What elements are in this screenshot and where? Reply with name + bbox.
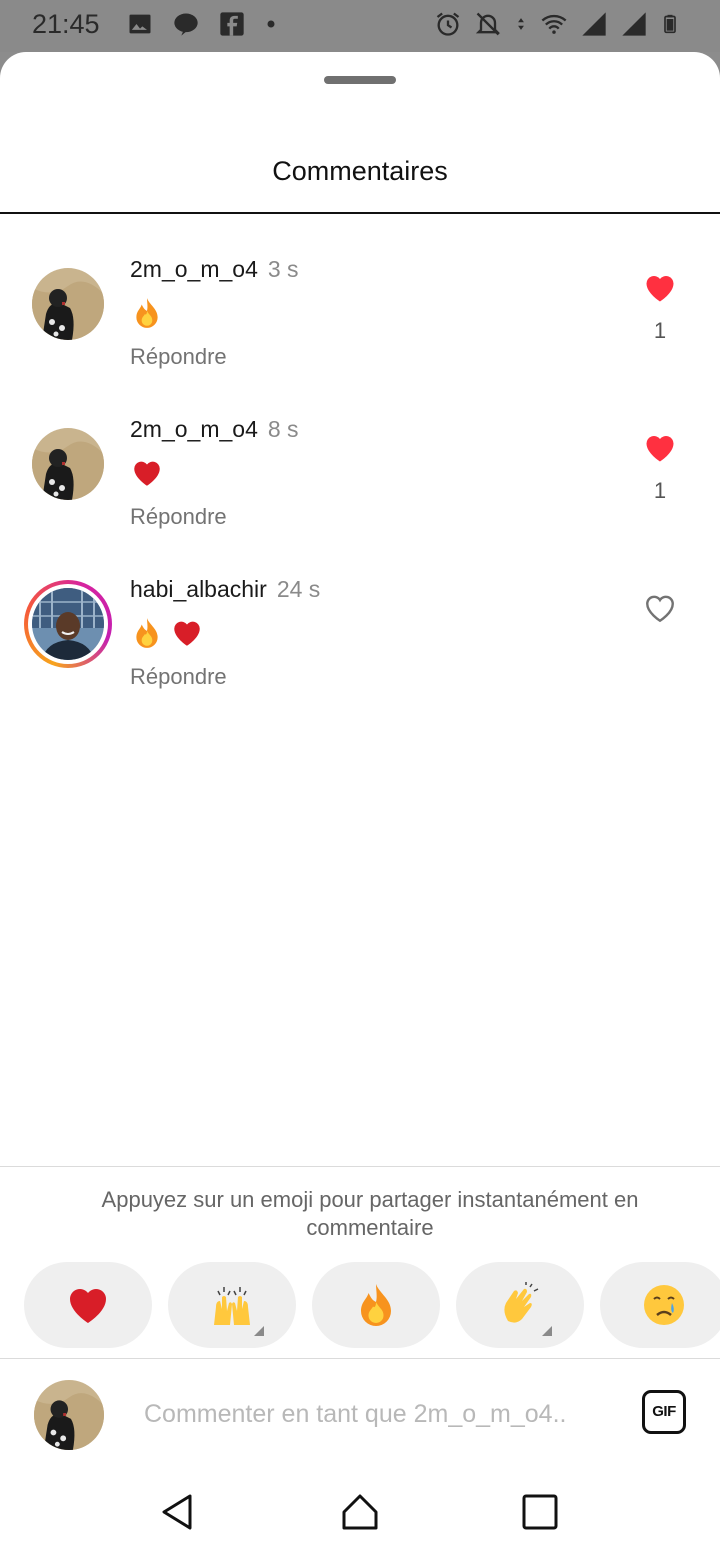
crying-face-emoji-icon	[644, 1285, 684, 1325]
system-navbar	[0, 1462, 720, 1560]
emoji-hint: Appuyez sur un emoji pour partager insta…	[101, 1187, 639, 1240]
battery-icon	[664, 14, 676, 34]
skin-tone-indicator	[542, 1326, 552, 1336]
data-arrows-icon	[518, 18, 524, 30]
status-left-icons	[126, 10, 278, 38]
divider	[0, 1166, 720, 1167]
current-user-avatar	[34, 1380, 104, 1450]
clapping-hands-emoji-icon	[504, 1282, 539, 1323]
skin-tone-indicator	[254, 1326, 264, 1336]
heart-emoji-icon	[134, 461, 160, 486]
comment-username[interactable]: 2m_o_m_o4 3 s	[130, 256, 299, 283]
wifi-icon	[541, 14, 567, 34]
avatar-image	[34, 1380, 104, 1450]
status-right-icons	[434, 10, 680, 38]
status-time: 21:45	[32, 9, 100, 39]
comment-time: 8 s	[267, 416, 299, 442]
comment-item: habi_albachir 24 s Répondre	[0, 554, 720, 704]
raised-hands-emoji-icon	[214, 1287, 250, 1325]
reply-button[interactable]: Répondre	[130, 504, 227, 530]
emoji-raised-hands-button[interactable]	[168, 1262, 296, 1348]
heart-outline-icon[interactable]	[642, 590, 678, 626]
drag-handle[interactable]	[324, 76, 396, 84]
comment-item: 2m_o_m_o4 3 s Répondre 1	[0, 234, 720, 384]
comments-sheet: Commentaires 2m_o_m_o4 3 s Répondre 1 2m…	[0, 52, 720, 1560]
emoji-heart-button[interactable]	[24, 1262, 152, 1348]
comment-body	[130, 616, 204, 650]
comment-time: 24 s	[276, 576, 321, 602]
divider	[0, 212, 720, 214]
facebook-icon	[220, 12, 244, 36]
signal-icon	[582, 12, 606, 36]
fire-emoji-icon	[136, 618, 158, 648]
avatar[interactable]	[32, 588, 104, 660]
emoji-fire-button[interactable]	[312, 1262, 440, 1348]
avatar-image	[32, 268, 104, 340]
fire-emoji-icon	[361, 1284, 391, 1326]
comment-time: 3 s	[267, 256, 299, 282]
username-text[interactable]: habi_albachir	[130, 576, 267, 602]
recents-icon[interactable]	[520, 1492, 560, 1532]
bell-off-icon	[475, 12, 501, 36]
heart-emoji-icon	[70, 1289, 106, 1323]
home-icon[interactable]	[340, 1492, 380, 1532]
emoji-clapping-hands-button[interactable]	[456, 1262, 584, 1348]
username-text[interactable]: 2m_o_m_o4	[130, 256, 258, 282]
emoji-crying-face-button[interactable]	[600, 1262, 720, 1348]
avatar[interactable]	[32, 268, 104, 340]
divider	[0, 1358, 720, 1359]
chat-bubble-icon	[174, 13, 198, 36]
status-bar: 21:45	[0, 0, 720, 52]
back-icon[interactable]	[158, 1492, 198, 1532]
comment-username[interactable]: 2m_o_m_o4 8 s	[130, 416, 299, 443]
comment-item: 2m_o_m_o4 8 s Répondre 1	[0, 394, 720, 544]
like-count: 1	[653, 318, 667, 343]
comment-username[interactable]: habi_albachir 24 s	[130, 576, 320, 603]
fire-emoji-icon	[136, 298, 158, 328]
gif-button[interactable]: GIF	[642, 1390, 686, 1434]
heart-filled-icon[interactable]	[642, 270, 678, 306]
sheet-title: Commentaires	[272, 156, 448, 186]
heart-emoji-icon	[174, 621, 200, 646]
comment-body	[130, 456, 164, 490]
avatar-image	[32, 428, 104, 500]
alarm-icon	[436, 12, 460, 36]
comment-body	[130, 296, 164, 330]
username-text[interactable]: 2m_o_m_o4	[130, 416, 258, 442]
signal-icon	[622, 12, 646, 36]
story-ring[interactable]	[24, 580, 112, 668]
heart-filled-icon[interactable]	[642, 430, 678, 466]
dot-icon	[267, 20, 275, 28]
image-icon	[129, 14, 151, 34]
avatar-image	[32, 588, 104, 660]
reply-button[interactable]: Répondre	[130, 344, 227, 370]
comment-input[interactable]	[144, 1396, 614, 1432]
like-count: 1	[653, 478, 667, 503]
avatar[interactable]	[32, 428, 104, 500]
reply-button[interactable]: Répondre	[130, 664, 227, 690]
